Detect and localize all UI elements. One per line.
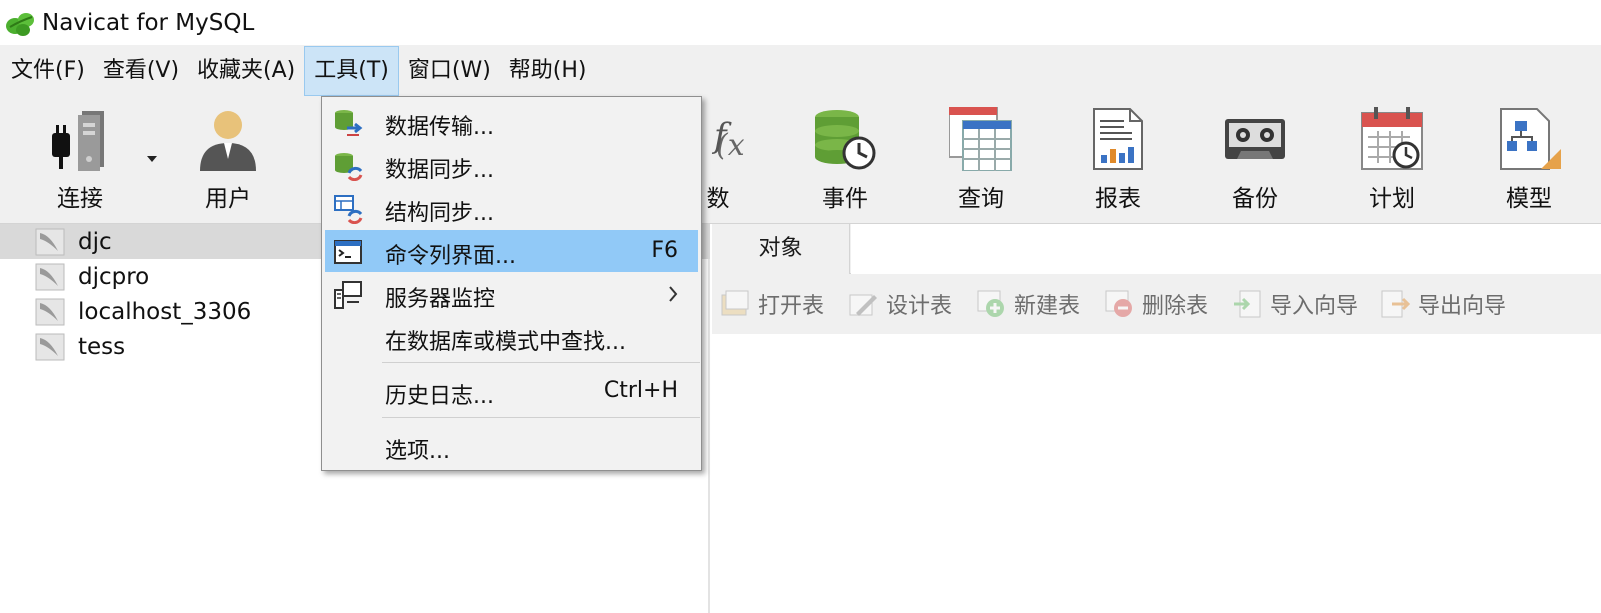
menu-item-label: 命令列界面... <box>385 244 516 269</box>
menu-item-history-log[interactable]: 历史日志... Ctrl+H <box>325 370 698 412</box>
mysql-connection-icon <box>35 228 65 255</box>
backup-tape-icon <box>1225 119 1285 159</box>
schedule-button[interactable]: 计划 <box>1332 97 1452 222</box>
backup-label: 备份 <box>1232 186 1278 212</box>
navicat-logo-icon <box>6 12 34 36</box>
object-toolbar: 打开表 设计表 新建表 删除表 导入向导 导出向导 <box>712 274 1601 334</box>
menu-item-data-sync[interactable]: 数据同步... <box>325 144 698 186</box>
event-label: 事件 <box>822 186 868 212</box>
design-table-icon <box>849 294 877 316</box>
new-table-icon <box>977 290 1004 317</box>
menu-item-label: 历史日志... <box>385 384 494 409</box>
object-panel: 对象 打开表 设计表 新建表 删除表 导入向导 导出向导 <box>712 224 1601 613</box>
menu-file[interactable]: 文件(F) <box>2 46 94 96</box>
query-label: 查询 <box>958 186 1004 212</box>
event-database-clock-icon <box>815 110 876 170</box>
delete-table-button[interactable]: 删除表 <box>1104 288 1208 320</box>
menu-item-shortcut: Ctrl+H <box>603 378 678 403</box>
report-button[interactable]: 报表 <box>1058 97 1178 222</box>
connection-label: 连接 <box>57 186 103 212</box>
user-label: 用户 <box>205 186 251 212</box>
navicat-window: Navicat for MySQL 文件(F) 查看(V) 收藏夹(A) 工具(… <box>0 0 1601 613</box>
menu-tools[interactable]: 工具(T) <box>304 46 399 96</box>
open-table-label: 打开表 <box>758 294 825 319</box>
tab-bar-empty <box>851 224 1601 274</box>
connection-button[interactable]: 连接 <box>20 97 140 222</box>
console-icon <box>334 240 362 264</box>
model-diagram-icon <box>1500 108 1561 170</box>
tab-objects[interactable]: 对象 <box>712 224 850 274</box>
import-wizard-icon <box>1234 290 1261 318</box>
mysql-connection-icon <box>35 333 65 360</box>
menu-bar: 文件(F) 查看(V) 收藏夹(A) 工具(T) 窗口(W) 帮助(H) <box>0 45 1601 97</box>
chevron-right-icon <box>669 286 678 302</box>
schedule-calendar-icon <box>1361 107 1423 170</box>
backup-button[interactable]: 备份 <box>1195 97 1315 222</box>
export-wizard-icon <box>1381 290 1410 318</box>
data-transfer-icon <box>335 110 363 138</box>
connection-label: localhost_3306 <box>78 298 252 325</box>
delete-table-icon <box>1105 290 1132 317</box>
server-monitor-icon <box>334 281 362 309</box>
open-table-button[interactable]: 打开表 <box>720 288 824 320</box>
data-sync-icon <box>335 153 363 181</box>
menu-item-shortcut: F6 <box>651 238 678 263</box>
open-table-icon <box>721 290 749 316</box>
connection-label: tess <box>78 333 126 360</box>
menu-separator <box>382 417 700 418</box>
import-wizard-button[interactable]: 导入向导 <box>1232 288 1358 320</box>
user-icon <box>200 111 256 171</box>
menu-item-label: 结构同步... <box>385 201 494 226</box>
delete-table-label: 删除表 <box>1142 294 1209 319</box>
menu-item-console[interactable]: 命令列界面... F6 <box>325 230 698 272</box>
design-table-label: 设计表 <box>886 294 953 319</box>
menu-item-label: 选项... <box>385 439 450 464</box>
menu-separator <box>382 362 700 363</box>
menu-item-label: 数据同步... <box>385 158 494 183</box>
mysql-connection-icon <box>35 263 65 290</box>
import-wizard-label: 导入向导 <box>1270 294 1359 319</box>
event-button[interactable]: 事件 <box>785 97 905 222</box>
menu-item-label: 服务器监控 <box>385 287 496 312</box>
query-table-icon <box>949 107 1012 171</box>
menu-item-structure-sync[interactable]: 结构同步... <box>325 187 698 229</box>
menu-item-label: 在数据库或模式中查找... <box>385 330 626 355</box>
export-wizard-label: 导出向导 <box>1418 294 1507 319</box>
menu-help[interactable]: 帮助(H) <box>500 46 596 96</box>
menu-item-server-monitor[interactable]: 服务器监控 <box>325 273 698 315</box>
menu-item-options[interactable]: 选项... <box>325 425 698 467</box>
menu-window[interactable]: 窗口(W) <box>399 46 500 96</box>
query-button[interactable]: 查询 <box>921 97 1041 222</box>
schedule-label: 计划 <box>1369 186 1415 212</box>
structure-sync-icon <box>334 195 363 224</box>
export-wizard-button[interactable]: 导出向导 <box>1380 288 1506 320</box>
report-icon <box>1093 108 1143 170</box>
new-table-button[interactable]: 新建表 <box>976 288 1080 320</box>
menu-favorites[interactable]: 收藏夹(A) <box>188 46 304 96</box>
window-title: Navicat for MySQL <box>42 9 255 36</box>
design-table-button[interactable]: 设计表 <box>848 288 952 320</box>
user-button[interactable]: 用户 <box>168 97 288 222</box>
model-button[interactable]: 模型 <box>1469 97 1589 222</box>
new-table-label: 新建表 <box>1014 294 1081 319</box>
tools-menu-dropdown: 数据传输... 数据同步... 结构同步... 命令列界面... F6 服务器监… <box>321 96 702 471</box>
chevron-down-icon[interactable] <box>146 155 158 163</box>
report-label: 报表 <box>1095 186 1141 212</box>
menu-item-label: 数据传输... <box>385 115 494 140</box>
model-label: 模型 <box>1506 186 1552 212</box>
connection-plug-icon <box>52 111 104 171</box>
connection-label: djc <box>78 228 112 255</box>
menu-item-find-in-database[interactable]: 在数据库或模式中查找... <box>325 316 698 358</box>
menu-item-data-transfer[interactable]: 数据传输... <box>325 101 698 143</box>
title-bar: Navicat for MySQL <box>0 0 1601 45</box>
connection-label: djcpro <box>78 263 150 290</box>
tab-bar: 对象 <box>712 224 1601 274</box>
mysql-connection-icon <box>35 298 65 325</box>
menu-view[interactable]: 查看(V) <box>94 46 188 96</box>
main-toolbar: 连接 用户 (x) f 数 <box>0 97 1601 224</box>
